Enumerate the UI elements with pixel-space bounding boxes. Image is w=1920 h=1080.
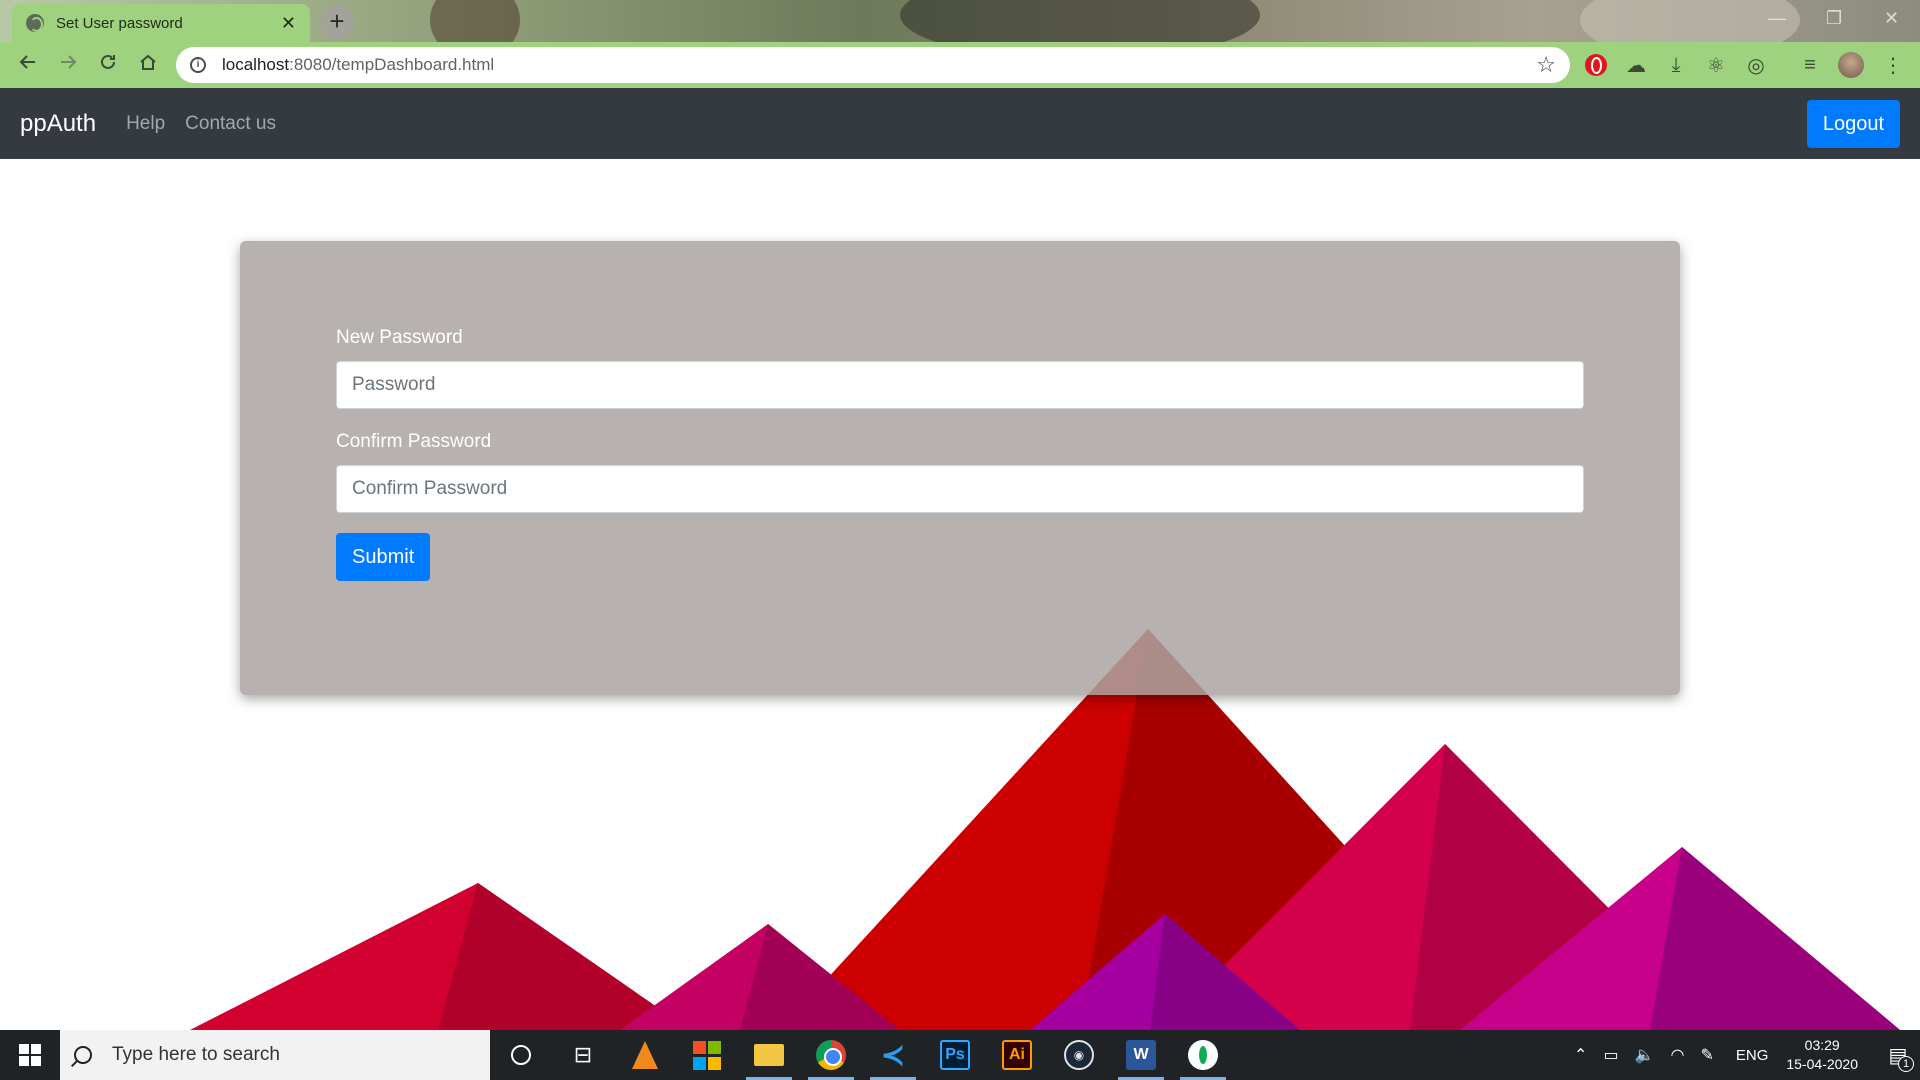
- battery-icon[interactable]: ▭: [1603, 1045, 1618, 1065]
- cortana-button[interactable]: [490, 1030, 552, 1080]
- steam-icon: ◉: [1064, 1040, 1094, 1070]
- cortana-icon: [511, 1045, 531, 1065]
- address-bar[interactable]: i localhost:8080/tempDashboard.html ☆: [176, 47, 1570, 83]
- close-tab-icon[interactable]: ✕: [281, 13, 296, 34]
- top-navbar: ppAuth Help Contact us Logout: [0, 88, 1920, 159]
- wifi-icon[interactable]: ◠: [1670, 1045, 1684, 1065]
- maximize-icon[interactable]: ❐: [1826, 8, 1842, 29]
- close-window-icon[interactable]: ✕: [1884, 8, 1899, 29]
- new-tab-button[interactable]: +: [320, 5, 354, 39]
- minimize-icon[interactable]: —: [1768, 8, 1786, 29]
- new-password-input[interactable]: [336, 361, 1584, 409]
- nav-link-help[interactable]: Help: [126, 113, 165, 135]
- forward-icon[interactable]: [48, 52, 88, 78]
- taskbar-app-word[interactable]: W: [1110, 1030, 1172, 1080]
- taskbar-app-vscode[interactable]: ≺: [862, 1030, 924, 1080]
- action-center-button[interactable]: ▤ 1: [1876, 1030, 1920, 1080]
- confirm-password-group: Confirm Password: [336, 431, 1584, 513]
- cloud-icon[interactable]: ☁: [1623, 52, 1649, 78]
- bookmark-star-icon[interactable]: ☆: [1536, 52, 1556, 78]
- task-view-icon: ⊟: [573, 1042, 593, 1067]
- brand-logo[interactable]: ppAuth: [20, 110, 96, 138]
- photoshop-icon: Ps: [940, 1040, 970, 1070]
- start-button[interactable]: [0, 1030, 60, 1080]
- confirm-password-label: Confirm Password: [336, 431, 492, 452]
- page-content: ppAuth Help Contact us Logout New Passwo…: [0, 88, 1920, 1030]
- clock[interactable]: 03:29 15-04-2020: [1786, 1036, 1858, 1074]
- browser-tab[interactable]: Set User password ✕: [12, 4, 310, 42]
- reload-icon[interactable]: [88, 52, 128, 78]
- nav-link-contact[interactable]: Contact us: [185, 113, 276, 135]
- background-image-detail: [430, 0, 520, 42]
- react-icon[interactable]: ⚛: [1703, 52, 1729, 78]
- download-icon[interactable]: ⤓: [1663, 52, 1689, 78]
- browser-toolbar: i localhost:8080/tempDashboard.html ☆ ☁ …: [0, 42, 1920, 88]
- taskbar-app-photoshop[interactable]: Ps: [924, 1030, 986, 1080]
- opera-icon[interactable]: [1585, 54, 1607, 76]
- taskbar-app-mongodb[interactable]: [1172, 1030, 1234, 1080]
- globe-icon: [26, 14, 44, 32]
- windows-icon: [19, 1044, 41, 1066]
- submit-button[interactable]: Submit: [336, 533, 431, 581]
- taskbar-app-steam[interactable]: ◉: [1048, 1030, 1110, 1080]
- password-form-card: New Password Confirm Password Submit: [240, 241, 1680, 695]
- logout-button[interactable]: Logout: [1806, 100, 1900, 148]
- chrome-icon: [816, 1040, 846, 1070]
- new-password-label: New Password: [336, 327, 463, 348]
- background-image-detail: [1580, 0, 1800, 42]
- system-tray: ⌃ ▭ 🔈 ◠ ✎ ENG 03:29 15-04-2020 ▤ 1: [1566, 1030, 1920, 1080]
- taskbar-search[interactable]: Type here to search: [60, 1030, 490, 1080]
- mongodb-icon: [1188, 1040, 1218, 1070]
- clock-time: 03:29: [1804, 1037, 1840, 1053]
- vscode-icon: ≺: [880, 1038, 906, 1072]
- volume-icon[interactable]: 🔈: [1635, 1045, 1655, 1065]
- taskbar-app-chrome[interactable]: [800, 1030, 862, 1080]
- illustrator-icon: Ai: [1002, 1040, 1032, 1070]
- pen-icon[interactable]: ✎: [1700, 1045, 1713, 1065]
- clock-date: 15-04-2020: [1786, 1056, 1858, 1072]
- word-icon: W: [1126, 1040, 1156, 1070]
- taskbar-app-vlc[interactable]: [614, 1030, 676, 1080]
- avatar[interactable]: [1838, 52, 1864, 78]
- search-icon: [70, 1042, 96, 1068]
- media-icon[interactable]: ≡: [1797, 52, 1823, 78]
- menu-icon[interactable]: ⋮: [1880, 52, 1906, 78]
- taskbar-app-store[interactable]: [676, 1030, 738, 1080]
- tab-title: Set User password: [56, 14, 183, 32]
- taskbar-app-file-explorer[interactable]: [738, 1030, 800, 1080]
- taskbar-app-illustrator[interactable]: Ai: [986, 1030, 1048, 1080]
- background-image-detail: [900, 0, 1260, 42]
- back-icon[interactable]: [8, 52, 48, 78]
- home-icon[interactable]: [128, 52, 168, 78]
- windows-taskbar: Type here to search ⊟ ≺ Ps Ai ◉ W ⌃ ▭ 🔈 …: [0, 1030, 1920, 1080]
- language-indicator[interactable]: ENG: [1736, 1047, 1769, 1064]
- site-info-icon[interactable]: i: [190, 57, 206, 73]
- url-text: localhost:8080/tempDashboard.html: [222, 55, 495, 74]
- browser-title-bar: Set User password ✕ + — ❐ ✕: [0, 0, 1920, 42]
- search-placeholder: Type here to search: [112, 1044, 280, 1065]
- microsoft-store-icon: [692, 1040, 722, 1070]
- confirm-password-input[interactable]: [336, 465, 1584, 513]
- folder-icon: [754, 1044, 784, 1066]
- set-password-form: New Password Confirm Password Submit: [336, 327, 1584, 581]
- task-view-button[interactable]: ⊟: [552, 1030, 614, 1080]
- new-password-group: New Password: [336, 327, 1584, 409]
- sync-icon[interactable]: ◎: [1743, 52, 1769, 78]
- vlc-icon: [632, 1041, 658, 1069]
- chevron-up-icon[interactable]: ⌃: [1574, 1045, 1587, 1065]
- notification-badge: 1: [1898, 1056, 1914, 1072]
